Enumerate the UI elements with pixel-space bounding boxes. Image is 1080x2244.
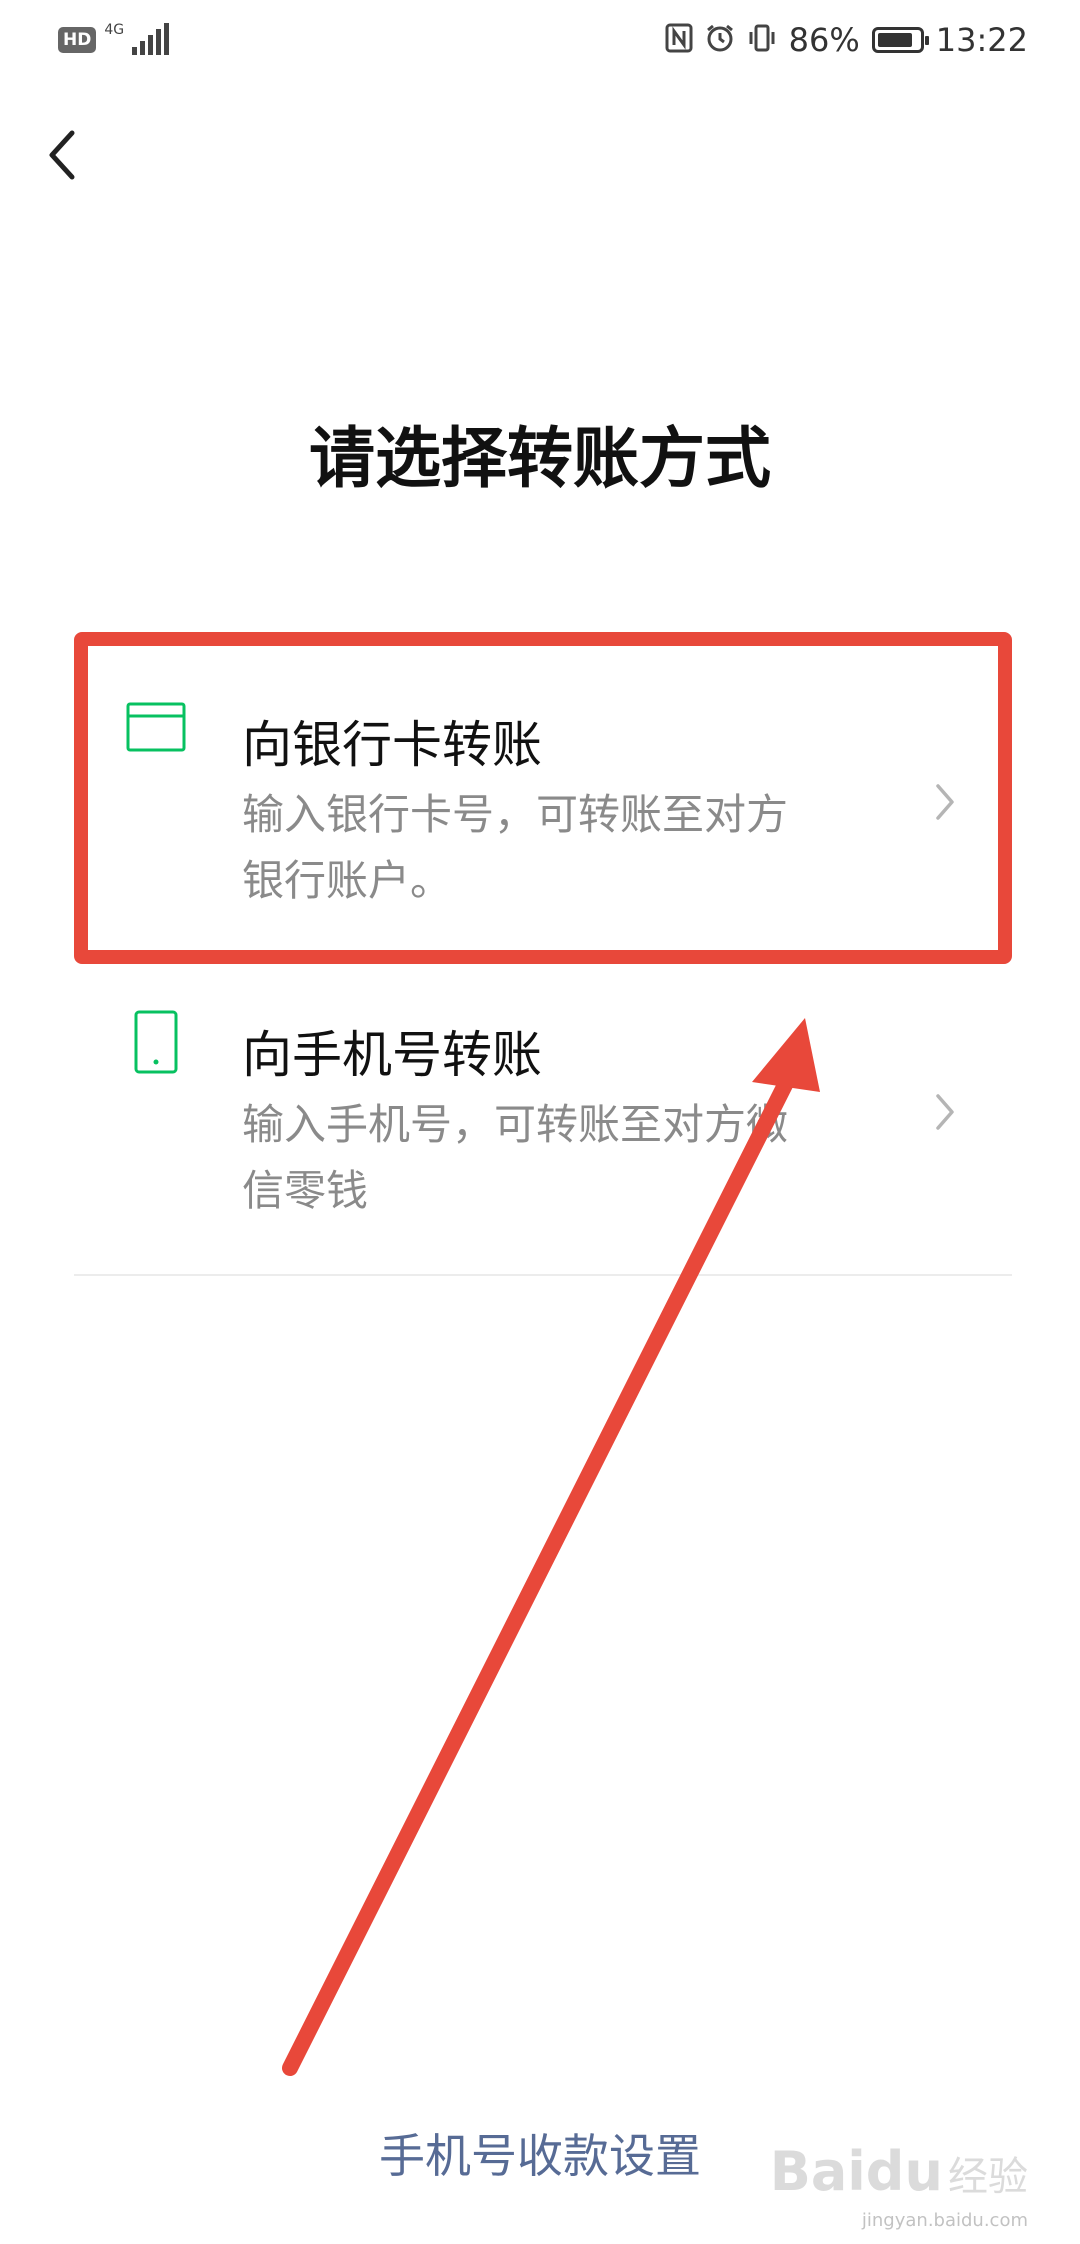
watermark-sub: 经验 bbox=[948, 2154, 1028, 2200]
network-type-label: 4G bbox=[104, 22, 125, 38]
phone-icon bbox=[134, 1010, 178, 1074]
hd-badge: HD bbox=[58, 27, 97, 53]
option-bank-card-transfer[interactable]: 向银行卡转账 输入银行卡号，可转账至对方 银行账户。 bbox=[74, 650, 1012, 950]
nfc-icon bbox=[665, 23, 693, 58]
chevron-left-icon bbox=[49, 130, 75, 180]
watermark-brand: Baidu bbox=[769, 2140, 943, 2203]
status-right: 86% 13:22 bbox=[665, 18, 1028, 62]
chevron-right-icon bbox=[936, 1094, 954, 1130]
page-title: 请选择转账方式 bbox=[309, 420, 771, 497]
clock: 13:22 bbox=[935, 21, 1028, 59]
battery-percent: 86% bbox=[788, 21, 860, 59]
option-description-line: 银行账户。 bbox=[242, 856, 453, 905]
vibrate-icon bbox=[747, 23, 777, 58]
option-description-line: 输入手机号，可转账至对方微 bbox=[242, 1100, 789, 1149]
option-description-line: 输入银行卡号，可转账至对方 bbox=[242, 790, 789, 839]
option-phone-transfer[interactable]: 向手机号转账 输入手机号，可转账至对方微 信零钱 bbox=[74, 970, 1012, 1270]
option-description: 输入手机号，可转账至对方微 信零钱 bbox=[242, 1092, 942, 1224]
option-description-line: 信零钱 bbox=[242, 1166, 369, 1215]
watermark-url: jingyan.baidu.com bbox=[861, 2210, 1028, 2231]
baidu-watermark: Baidu 经验 bbox=[770, 2140, 1028, 2203]
list-divider bbox=[74, 1274, 1012, 1276]
option-description: 输入银行卡号，可转账至对方 银行账户。 bbox=[242, 782, 942, 914]
battery-fill bbox=[877, 33, 912, 47]
chevron-right-icon bbox=[936, 784, 954, 820]
battery-icon bbox=[871, 27, 929, 53]
back-button[interactable] bbox=[34, 115, 94, 195]
status-bar: HD 4G 86% 13:22 bbox=[0, 0, 1080, 80]
option-title: 向银行卡转账 bbox=[242, 716, 542, 774]
signal-icon bbox=[132, 23, 170, 55]
option-title: 向手机号转账 bbox=[242, 1026, 542, 1084]
bank-card-icon bbox=[126, 702, 186, 752]
alarm-icon bbox=[705, 23, 735, 58]
status-left: HD 4G bbox=[58, 20, 170, 60]
